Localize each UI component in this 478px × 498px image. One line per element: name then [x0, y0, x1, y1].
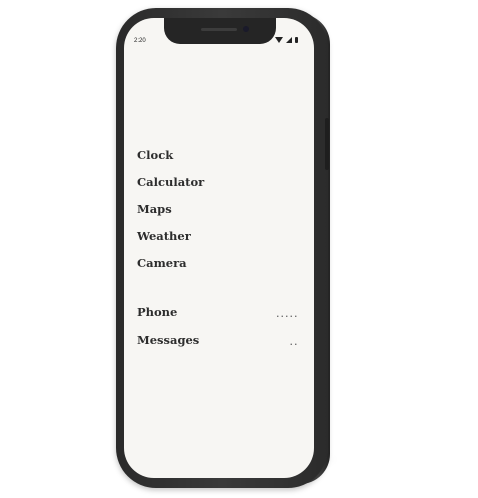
wifi-icon [275, 37, 283, 43]
notch [164, 18, 276, 44]
dock-item-label: Phone [137, 305, 178, 319]
front-camera-icon [243, 26, 249, 32]
app-item-camera[interactable]: Camera [137, 253, 204, 280]
notification-dots: ..... [276, 309, 299, 319]
app-item-clock[interactable]: Clock [137, 145, 204, 172]
phone-screen: 2:20 Clock Calculator Maps Weather Camer… [124, 18, 314, 478]
earpiece-speaker [201, 28, 237, 31]
dock-list: Phone ..... Messages .. [137, 302, 299, 358]
dock-item-phone[interactable]: Phone ..... [137, 302, 299, 330]
dock-item-messages[interactable]: Messages .. [137, 330, 299, 358]
side-button[interactable] [325, 118, 329, 170]
status-time: 2:20 [134, 38, 146, 44]
notification-dots: .. [289, 337, 299, 347]
device-stage: 2:20 Clock Calculator Maps Weather Camer… [0, 0, 478, 498]
status-icons [275, 37, 298, 43]
app-item-maps[interactable]: Maps [137, 199, 204, 226]
dock-item-label: Messages [137, 333, 200, 347]
battery-icon [295, 37, 298, 43]
app-item-calculator[interactable]: Calculator [137, 172, 204, 199]
app-item-weather[interactable]: Weather [137, 226, 204, 253]
app-list: Clock Calculator Maps Weather Camera [137, 145, 204, 280]
signal-icon [286, 37, 292, 43]
